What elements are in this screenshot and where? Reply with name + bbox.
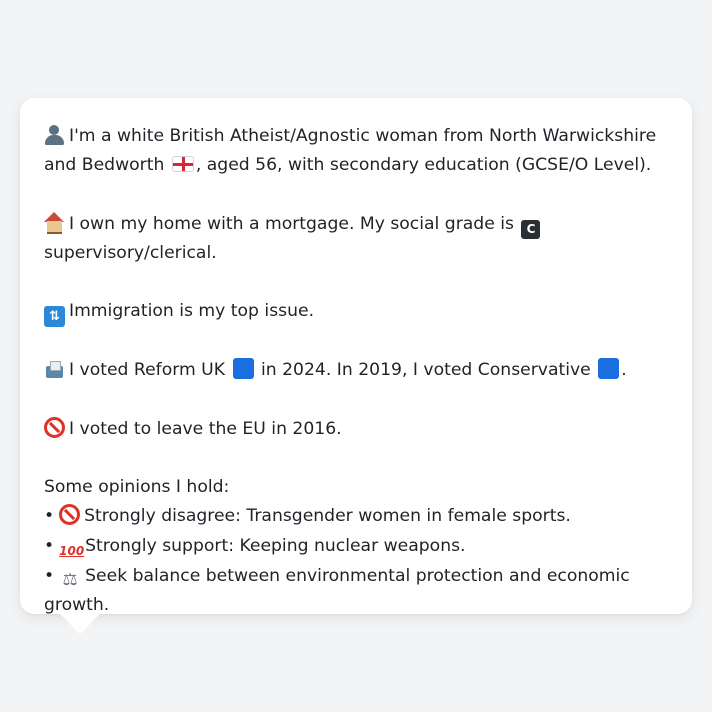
housing-paragraph: I own my home with a mortgage. My social… [44,210,672,268]
england-flag-icon [171,156,194,173]
votes-text-3: . [621,360,627,381]
votes-text-2: in 2024. In 2019, I voted Conservative [255,360,591,381]
opinion-text: Strongly disagree: Transgender women in … [84,506,571,527]
opinions-heading: Some opinions I hold: [44,477,230,498]
brexit-text: I voted to leave the EU in 2016. [69,418,342,439]
house-icon [44,211,65,234]
balance-scale-icon: ⚖ [62,569,78,590]
bust-icon [44,124,65,145]
ballot-box-icon [44,358,65,379]
identity-text-2: , aged 56, with secondary education (GCS… [195,155,652,176]
bubble-tail [60,614,100,634]
opinion-text: Seek balance between environmental prote… [44,565,630,615]
housing-text-1: I own my home with a mortgage. My social… [69,213,514,234]
hundred-points-icon: 100 [59,543,85,558]
bullet: • [44,535,55,556]
opinion-item: • ⚖ Seek balance between environmental pro… [44,562,672,620]
top-issue-text: Immigration is my top issue. [69,301,315,322]
housing-text-2: supervisory/clerical. [44,242,217,263]
no-entry-icon [44,416,65,438]
opinion-item: • Strongly disagree: Transgender women in… [44,502,672,531]
opinion-item: • 100Strongly support: Keeping nuclear we… [44,532,672,562]
top-issue-paragraph: ⇅ Immigration is my top issue. [44,297,672,328]
reform-blue-square-icon [232,358,254,380]
no-entry-icon [59,504,81,526]
bullet: • [44,506,55,527]
identity-paragraph: I'm a white British Atheist/Agnostic wom… [44,122,672,180]
persona-chat-bubble: I'm a white British Atheist/Agnostic wom… [20,98,692,634]
brexit-paragraph: I voted to leave the EU in 2016. [44,415,672,444]
bullet: • [44,565,55,586]
immigration-arrows-icon: ⇅ [44,306,65,328]
grade-c-icon: C [521,219,541,239]
votes-paragraph: I voted Reform UK in 2024. In 2019, I vo… [44,356,672,385]
conservative-blue-square-icon [598,358,620,380]
opinion-text: Strongly support: Keeping nuclear weapon… [85,535,466,556]
votes-text-1: I voted Reform UK [69,360,226,381]
